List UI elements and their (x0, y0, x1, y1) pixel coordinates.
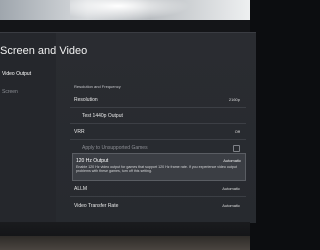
desk-surface (0, 236, 250, 250)
divider (70, 123, 246, 124)
setting-value: Automatic (222, 203, 240, 208)
sidebar-item-screen[interactable]: Screen (2, 89, 18, 95)
setting-label: ALLM (74, 186, 88, 192)
setting-value: 2160p (228, 97, 240, 102)
setting-row-video-transfer-rate[interactable]: Video Transfer Rate Automatic (70, 200, 246, 212)
setting-label: Test 1440p Output (82, 113, 123, 119)
test-1440p-output-button[interactable]: Test 1440p Output (78, 110, 254, 122)
divider (70, 196, 246, 197)
setting-label: Apply to Unsupported Games (82, 145, 148, 151)
setting-label: 120 Hz Output (76, 158, 109, 164)
setting-row-120hz-output-selected[interactable]: 120 Hz Output Automatic Enable 120 Hz vi… (72, 153, 246, 181)
setting-value: Automatic (223, 158, 241, 163)
page-title: Screen and Video (0, 45, 88, 57)
setting-row-vrr[interactable]: VRR Off (70, 126, 246, 138)
divider (70, 139, 246, 140)
setting-row-resolution[interactable]: Resolution 2160p (70, 94, 246, 106)
left-navigation-pane (0, 33, 56, 223)
background-wallpaper (0, 0, 250, 20)
settings-screen: Screen and Video Video Output Screen Res… (0, 32, 256, 223)
setting-row-allm[interactable]: ALLM Automatic (70, 183, 246, 195)
divider (70, 107, 246, 108)
setting-label: VRR (74, 129, 85, 135)
setting-value: Automatic (222, 186, 240, 191)
setting-description: Enable 120 Hz video output for games tha… (76, 165, 237, 174)
sidebar-item-video-output[interactable]: Video Output (2, 71, 31, 77)
setting-label: Video Transfer Rate (74, 203, 119, 209)
checkbox-icon[interactable] (233, 145, 240, 152)
section-header-resolution-frequency: Resolution and Frequency (74, 84, 121, 89)
setting-value: Off (234, 129, 240, 134)
setting-label: Resolution (74, 97, 98, 103)
